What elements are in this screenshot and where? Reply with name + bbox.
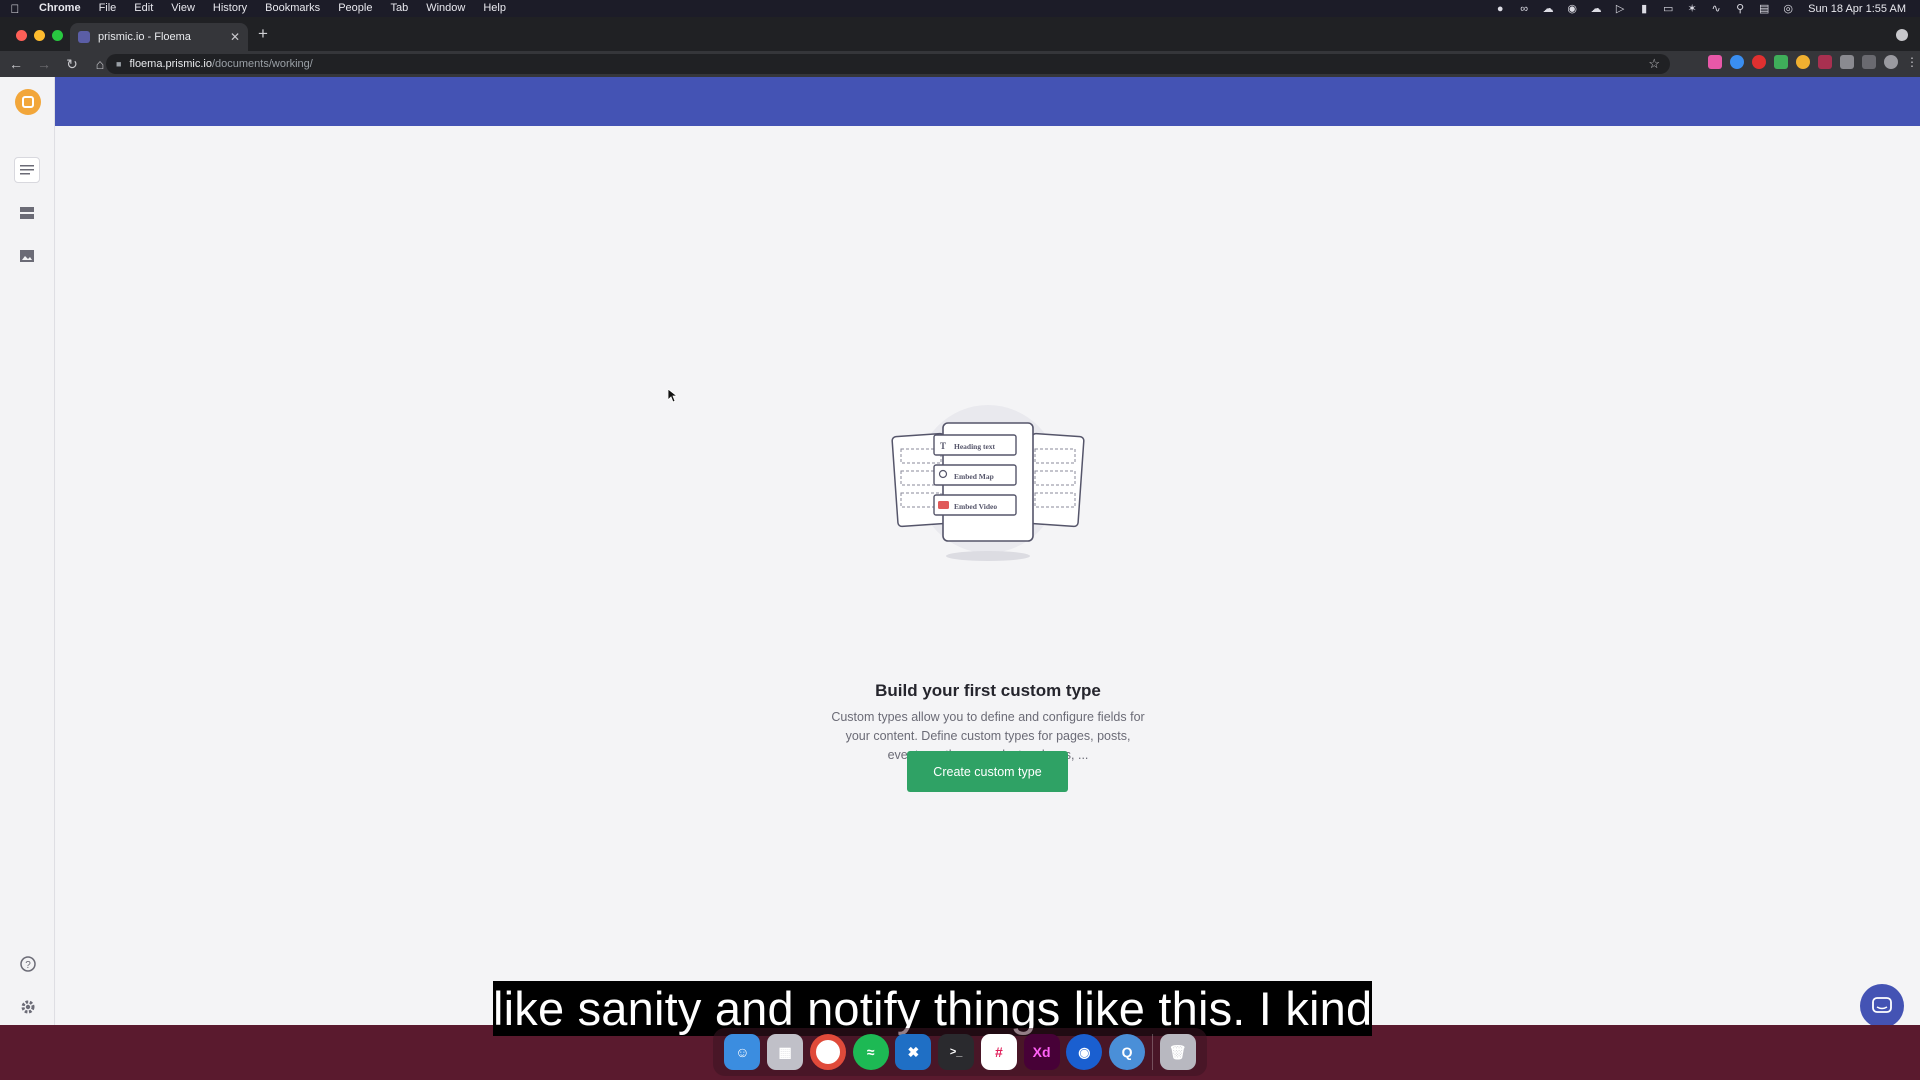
launchpad-icon[interactable]: ▦ (767, 1034, 804, 1070)
illustration-field-video: Embed Video (954, 502, 997, 511)
control-center-icon[interactable]: ▤ (1752, 2, 1776, 15)
illustration-field-heading: Heading text (954, 442, 996, 451)
chrome-window: prismic.io - Floema ✕ + ← → ↻ ⌂ ■ floema… (0, 17, 1920, 1025)
menu-help[interactable]: Help (474, 0, 515, 17)
macos-menu-bar:  Chrome File Edit View History Bookmark… (0, 0, 1920, 17)
documents-list-icon (20, 165, 34, 175)
chrome-menu-icon[interactable]: ⋮ (1906, 55, 1918, 69)
new-tab-button[interactable]: + (258, 24, 268, 44)
back-arrow-icon[interactable]: ← (4, 56, 28, 72)
forward-arrow-icon[interactable]: → (32, 56, 56, 72)
onepassword-icon[interactable]: ◉ (1560, 2, 1584, 15)
custom-types-icon (20, 207, 34, 219)
create-custom-type-button[interactable]: Create custom type (907, 751, 1068, 792)
menu-bar-clock[interactable]: Sun 18 Apr 1:55 AM (1808, 3, 1906, 15)
maps-icon[interactable]: ◉ (1066, 1034, 1103, 1070)
menu-file[interactable]: File (90, 0, 126, 17)
extension-5-icon[interactable] (1796, 55, 1810, 69)
creative-cloud-icon[interactable]: ∞ (1512, 3, 1536, 15)
repository-logo[interactable] (15, 89, 41, 115)
record-icon[interactable]: ● (1488, 3, 1512, 15)
custom-types-nav-button[interactable] (14, 200, 40, 226)
spotify-icon[interactable]: ≈ (852, 1034, 889, 1070)
battery-icon[interactable]: ▭ (1656, 2, 1680, 15)
extension-1-icon[interactable] (1708, 55, 1722, 69)
dock-separator (1151, 1034, 1153, 1070)
menu-bookmarks[interactable]: Bookmarks (256, 0, 329, 17)
custom-types-empty-state: T Heading text Embed Map Embed Video Bui… (56, 126, 1920, 1025)
left-navigation-rail: ? (0, 77, 55, 1025)
menu-people[interactable]: People (329, 0, 381, 17)
mouse-cursor-icon (668, 389, 678, 403)
address-bar[interactable]: ■ floema.prismic.io /documents/working/ … (106, 54, 1670, 74)
help-button[interactable]: ? (18, 954, 38, 974)
extension-3-icon[interactable] (1752, 55, 1766, 69)
extensions-bar: ⋮ (1708, 55, 1918, 69)
xd-icon[interactable]: Xd (1023, 1034, 1060, 1070)
chat-bubble-icon (1872, 997, 1892, 1013)
svg-text:?: ? (25, 960, 31, 971)
question-mark-icon: ? (20, 956, 36, 972)
chrome-icon[interactable] (809, 1034, 846, 1070)
menu-app-name[interactable]: Chrome (30, 0, 90, 17)
extensions-puzzle-icon[interactable] (1862, 55, 1876, 69)
play-icon[interactable]: ▷ (1608, 2, 1632, 15)
url-path: /documents/working/ (211, 58, 313, 70)
media-library-nav-button[interactable] (14, 243, 40, 269)
menu-view[interactable]: View (162, 0, 204, 17)
trash-icon[interactable]: 🗑 (1159, 1034, 1196, 1070)
tab-strip: prismic.io - Floema ✕ + (0, 17, 1920, 51)
spotlight-search-icon[interactable]: ⚲ (1728, 2, 1752, 15)
maximize-window-button[interactable] (52, 30, 63, 41)
empty-state-title: Build your first custom type (875, 681, 1101, 700)
menu-window[interactable]: Window (417, 0, 474, 17)
support-chat-button[interactable] (1860, 984, 1904, 1025)
apple-menu-icon[interactable]:  (0, 2, 30, 16)
app-top-bar (0, 77, 1920, 126)
extension-7-icon[interactable] (1840, 55, 1854, 69)
chrome-window-menu-icon[interactable] (1896, 29, 1908, 41)
finder-icon[interactable]: ☺ (724, 1034, 761, 1070)
vscode-icon[interactable]: ✖ (895, 1034, 932, 1070)
menu-history[interactable]: History (204, 0, 256, 17)
prismic-favicon-icon (78, 31, 90, 43)
slack-icon[interactable]: # (980, 1034, 1017, 1070)
browser-tab-active[interactable]: prismic.io - Floema ✕ (70, 23, 248, 51)
documents-nav-button[interactable] (14, 157, 40, 183)
browser-toolbar: ← → ↻ ⌂ ■ floema.prismic.io /documents/w… (0, 51, 1920, 77)
heading-field-icon: T (940, 441, 946, 451)
menu-tab[interactable]: Tab (381, 0, 417, 17)
image-icon (20, 250, 34, 262)
profile-avatar[interactable] (1884, 55, 1898, 69)
lock-icon[interactable]: ■ (116, 59, 121, 69)
cloud-icon[interactable]: ☁ (1536, 2, 1560, 15)
url-host: floema.prismic.io (129, 58, 212, 70)
siri-icon[interactable]: ◎ (1776, 2, 1800, 15)
video-icon (938, 501, 949, 509)
close-window-button[interactable] (16, 30, 27, 41)
menu-edit[interactable]: Edit (125, 0, 162, 17)
terminal-icon[interactable]: >_ (938, 1034, 975, 1070)
cloud-upload-icon[interactable]: ☁ (1584, 2, 1608, 15)
extension-2-icon[interactable] (1730, 55, 1744, 69)
settings-button[interactable] (18, 997, 38, 1017)
tab-title: prismic.io - Floema (98, 31, 191, 43)
reload-icon[interactable]: ↻ (60, 56, 84, 73)
window-controls (16, 30, 63, 41)
tab-close-icon[interactable]: ✕ (230, 30, 240, 44)
wifi-off-icon[interactable]: ∿ (1704, 2, 1728, 15)
extension-6-icon[interactable] (1818, 55, 1832, 69)
quicktime-icon[interactable]: Q (1109, 1034, 1146, 1070)
minimize-window-button[interactable] (34, 30, 45, 41)
prismic-app: ? T Heading text Embed Map Embed Video B… (0, 77, 1920, 1025)
bookmark-star-icon[interactable]: ☆ (1648, 56, 1660, 72)
gear-icon (21, 1000, 35, 1014)
extension-4-icon[interactable] (1774, 55, 1788, 69)
macos-dock: ☺ ▦ ≈ ✖ >_ # Xd ◉ Q 🗑 (713, 1028, 1207, 1076)
illustration-field-map: Embed Map (954, 472, 994, 481)
custom-type-illustration: T Heading text Embed Map Embed Video (891, 405, 1085, 561)
bluetooth-icon[interactable]: ✶ (1680, 2, 1704, 15)
battery-status-icon[interactable]: ▮ (1632, 2, 1656, 15)
